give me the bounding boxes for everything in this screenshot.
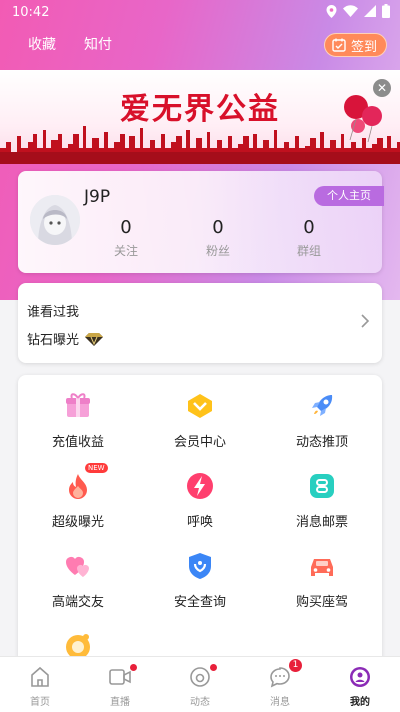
sign-in-label: 签到	[350, 39, 377, 55]
zhifu-link[interactable]: 知付	[84, 34, 112, 54]
tab-live[interactable]: 直播	[80, 664, 160, 708]
service-label: 购买座驾	[295, 595, 348, 610]
tab-me[interactable]: 我的	[320, 665, 400, 708]
signal-icon	[364, 5, 376, 17]
service-vip-center[interactable]: 会员中心	[140, 391, 260, 450]
service-premium-dating[interactable]: 高端交友	[18, 551, 138, 610]
service-message-stamp[interactable]: 消息邮票	[262, 471, 382, 530]
sign-in-button[interactable]: 签到	[323, 33, 387, 57]
wifi-icon	[343, 5, 358, 17]
visitors-title: 谁看过我	[27, 305, 80, 320]
stat-value: 0	[212, 217, 224, 238]
close-icon: ✕	[376, 81, 388, 95]
service-label: 安全查询	[173, 595, 226, 610]
profile-icon	[350, 667, 370, 687]
flame-icon	[69, 474, 87, 499]
new-badge: NEW	[85, 463, 108, 473]
stat-label: 关注	[113, 244, 138, 258]
stat-value: 0	[303, 217, 315, 238]
status-bar: 10:42	[0, 0, 400, 26]
message-icon	[270, 667, 290, 688]
services-grid: 充值收益 会员中心 动态推顶 NEW 超级曝光 呼唤 消息邮票 高端交友 安全查…	[18, 375, 382, 665]
charity-banner[interactable]: 爱无界公益 ✕	[0, 70, 400, 164]
status-time: 10:42	[12, 5, 50, 20]
stat-following[interactable]: 0 关注	[86, 217, 166, 259]
visitors-card[interactable]: 谁看过我 钻石曝光	[18, 283, 382, 363]
bottom-tab-bar: 首页 直播 动态 1 消息 我的	[0, 656, 400, 712]
service-label: 呼唤	[186, 515, 213, 530]
gift-icon	[66, 393, 90, 417]
chevron-right-icon	[361, 314, 370, 328]
hearts-icon	[66, 557, 89, 577]
stamp-icon	[310, 474, 334, 498]
tab-label: 我的	[350, 697, 370, 708]
service-buy-vehicle[interactable]: 购买座驾	[262, 551, 382, 610]
service-label: 超级曝光	[51, 515, 104, 530]
tab-moments[interactable]: 动态	[160, 664, 240, 708]
tab-home[interactable]: 首页	[0, 665, 80, 708]
unread-count-badge: 1	[289, 659, 302, 672]
vip-icon	[188, 394, 212, 418]
stat-groups[interactable]: 0 群组	[269, 217, 349, 259]
tab-label: 首页	[30, 697, 50, 708]
notification-dot	[210, 664, 217, 671]
location-icon	[326, 4, 337, 18]
video-icon	[109, 669, 131, 685]
profile-card: J9P 个人主页 0 关注 0 粉丝 0 群组	[18, 171, 384, 273]
rocket-icon	[312, 395, 333, 416]
stat-value: 0	[120, 217, 132, 238]
service-label: 动态推顶	[295, 435, 348, 450]
diamond-exposure-label: 钻石曝光	[27, 333, 80, 348]
service-boost-post[interactable]: 动态推顶	[262, 391, 382, 450]
tab-label: 消息	[270, 697, 290, 708]
stat-label: 群组	[296, 244, 321, 258]
home-icon	[31, 666, 49, 687]
shield-icon	[189, 553, 211, 579]
service-summon[interactable]: 呼唤	[140, 471, 260, 530]
car-icon	[311, 559, 333, 576]
service-recharge[interactable]: 充值收益	[18, 391, 138, 450]
tab-label: 动态	[190, 697, 210, 708]
service-safety-check[interactable]: 安全查询	[140, 551, 260, 610]
personal-homepage-button[interactable]: 个人主页	[314, 186, 384, 206]
service-label: 消息邮票	[295, 515, 348, 530]
banner-close-button[interactable]: ✕	[373, 79, 391, 97]
tab-label: 直播	[110, 697, 130, 708]
stat-label: 粉丝	[205, 244, 230, 258]
anime-avatar-image	[30, 195, 80, 245]
service-label: 高端交友	[51, 595, 104, 610]
service-label: 充值收益	[51, 435, 104, 450]
tab-messages[interactable]: 1 消息	[240, 659, 320, 708]
moments-icon	[190, 667, 210, 687]
diamond-icon	[85, 332, 104, 346]
collect-link[interactable]: 收藏	[28, 34, 56, 54]
stat-followers[interactable]: 0 粉丝	[178, 217, 258, 259]
service-super-exposure[interactable]: NEW 超级曝光	[18, 463, 138, 530]
username: J9P	[84, 187, 111, 207]
battery-icon	[382, 4, 390, 18]
notification-dot	[130, 664, 137, 671]
service-label: 会员中心	[173, 435, 226, 450]
lightning-icon	[187, 473, 213, 499]
calendar-check-icon	[332, 38, 346, 52]
banner-title: 爱无界公益	[120, 92, 280, 127]
avatar[interactable]	[30, 195, 80, 245]
